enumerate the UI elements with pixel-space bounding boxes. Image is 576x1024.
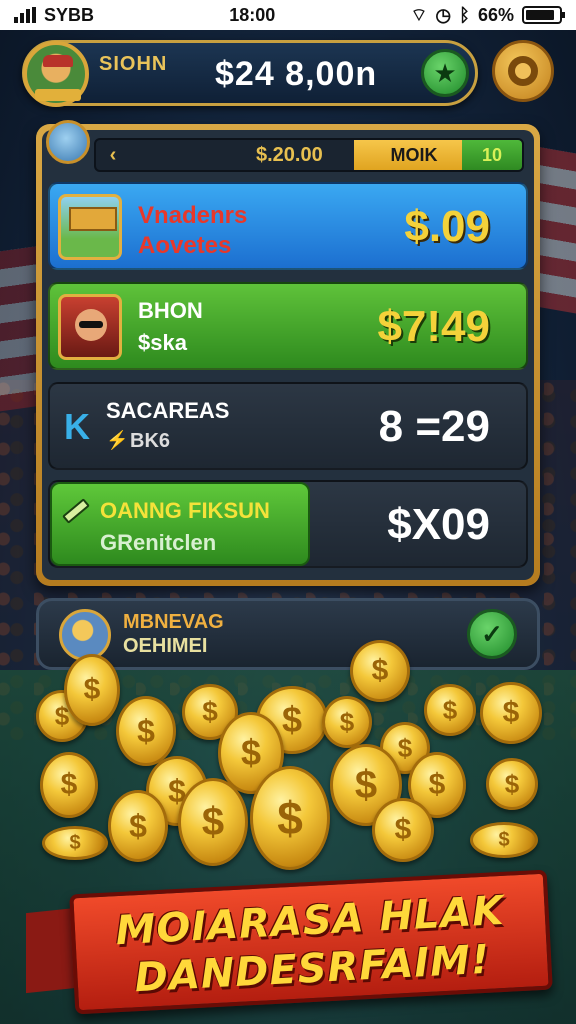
tab-amount[interactable]: $.20.00 [256, 144, 323, 167]
offer-subtitle: BK6 [130, 430, 171, 452]
add-funds-button[interactable]: ★ [421, 49, 469, 97]
shop-panel: ‹ $.20.00 MOIK 10 Vnadenrs Aovetes $.09 … [36, 120, 540, 586]
shop-badge-icon [46, 120, 90, 164]
coin-icon: $ [64, 654, 120, 726]
signal-icon [14, 7, 36, 23]
balance-value: $24 8,00n [215, 55, 378, 93]
coin-icon: $ [470, 822, 538, 858]
k-logo-icon: K [64, 406, 90, 447]
offer-row-3[interactable]: K SACAREAS ⚡ BK6 8 =29 [48, 382, 528, 470]
bluetooth-icon: ᛒ [459, 4, 470, 25]
clock: 18:00 [229, 4, 276, 25]
offer-subtitle: Aovetes [138, 232, 232, 259]
coin-icon: $ [322, 696, 372, 748]
wifi-icon: ⌔ [410, 4, 428, 25]
coin-icon: $ [40, 752, 98, 818]
offer-price: 8 =29 [378, 402, 490, 451]
coin-icon: $ [486, 758, 538, 810]
claim-offer-button[interactable]: OANNG FIKSUN GRenitclen [50, 482, 310, 566]
offer-row-4[interactable]: OANNG FIKSUN GRenitclen $X09 [48, 480, 528, 568]
coin-icon: $ [350, 640, 410, 702]
star-icon: ★ [433, 57, 457, 88]
offer-title: BHON [138, 298, 203, 323]
coin-icon: $ [42, 826, 108, 860]
offer-row-1[interactable]: Vnadenrs Aovetes $.09 [48, 182, 528, 270]
offer-title: OANNG FIKSUN [100, 498, 270, 523]
coin-icon: $ [424, 684, 476, 736]
offer-price: $X09 [387, 500, 490, 549]
offer-row-2[interactable]: BHON $ska $7!49 [48, 282, 528, 370]
status-bar: SYBB 18:00 ⌔ ◷ ᛒ 66% [0, 0, 576, 30]
banner-title: MBNEVAG [123, 611, 224, 633]
shop-tab-bar: ‹ $.20.00 MOIK 10 [94, 138, 524, 172]
player-header: SIOHN $24 8,00n ★ [22, 40, 478, 107]
chevron-left-icon[interactable]: ‹ [100, 142, 126, 168]
offer-price: $.09 [404, 202, 490, 251]
coin-icon: $ [372, 798, 434, 862]
offer-title: SACAREAS [106, 398, 230, 423]
offer-title: Vnadenrs [138, 202, 248, 229]
carrier-label: SYBB [44, 4, 95, 25]
pencil-icon [62, 498, 90, 524]
hero-portrait-icon [58, 294, 122, 360]
promo-ribbon-button[interactable]: MOIARASA HLAK DANDESRFAIM! [69, 869, 553, 1015]
alarm-icon: ◷ [435, 4, 452, 25]
offer-price: $7!49 [377, 302, 490, 351]
signpost-icon [58, 194, 122, 260]
flag-decoration-left [0, 245, 40, 415]
avatar[interactable] [23, 41, 89, 107]
coin-icon: $ [250, 766, 330, 870]
coin-pile: $ $ $ $ $ $ $ $ $ $ $ $ $ $ $ $ $ $ $ $ … [0, 640, 576, 880]
offer-subtitle: $ska [138, 330, 187, 355]
coin-icon: $ [116, 696, 176, 766]
battery-percent: 66% [477, 4, 514, 25]
tab-count[interactable]: 10 [462, 140, 522, 170]
coin-icon: $ [108, 790, 168, 862]
lightning-icon: ⚡ [106, 430, 129, 450]
offer-subtitle: GRenitclen [100, 530, 217, 555]
tab-mode[interactable]: MOIK [354, 140, 474, 170]
gear-icon [508, 56, 538, 86]
coin-icon: $ [178, 778, 248, 866]
battery-icon [521, 6, 565, 24]
player-name: SIOHN [99, 53, 168, 75]
settings-button[interactable] [492, 40, 554, 102]
coin-icon: $ [480, 682, 542, 744]
